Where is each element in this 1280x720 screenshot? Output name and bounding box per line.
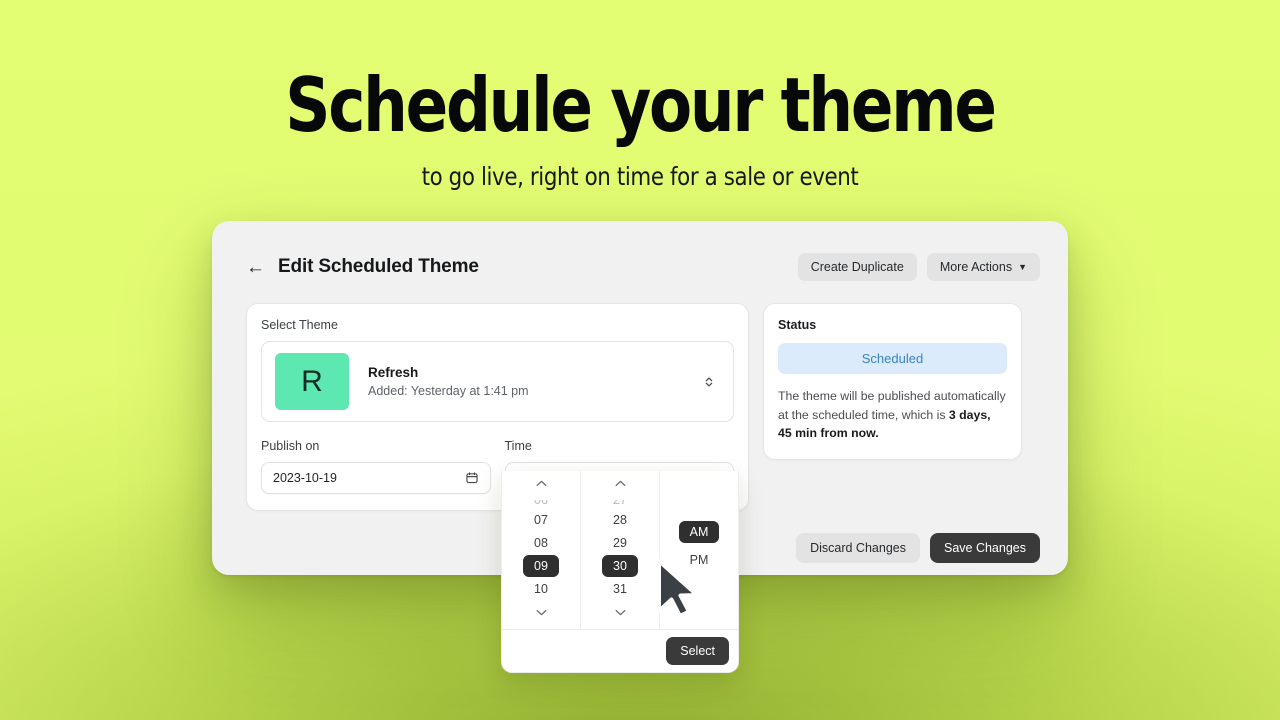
hour-option[interactable]: 07 — [523, 509, 559, 531]
select-button[interactable]: Select — [666, 637, 729, 665]
up-down-chevron-icon[interactable] — [702, 375, 720, 389]
status-label: Status — [778, 318, 817, 332]
header-actions: Create Duplicate More Actions ▼ — [797, 253, 1040, 281]
chevron-down-icon: ▼ — [1018, 262, 1027, 272]
hour-option-selected[interactable]: 09 — [523, 554, 559, 577]
minute-options: 27 28 29 30 31 — [581, 491, 659, 608]
more-actions-label: More Actions — [939, 260, 1013, 274]
minute-option[interactable]: 28 — [602, 509, 638, 531]
minute-chevron-up-icon[interactable] — [615, 479, 626, 491]
time-picker-columns: 06 07 08 09 10 27 28 29 30 31 AM PM — [502, 471, 738, 629]
status-description: The theme will be published automaticall… — [778, 387, 1007, 443]
hero-subheadline: to go live, right on time for a sale or … — [421, 162, 859, 191]
hour-option-clipped[interactable]: 06 — [523, 500, 559, 508]
select-theme-label: Select Theme — [261, 318, 338, 332]
right-column: Status Scheduled The theme will be publi… — [763, 303, 1022, 461]
minute-option-clipped[interactable]: 27 — [602, 500, 638, 508]
discard-changes-button[interactable]: Discard Changes — [796, 533, 920, 563]
hour-option[interactable]: 08 — [523, 532, 559, 554]
hour-chevron-up-icon[interactable] — [536, 479, 547, 491]
hour-chevron-down-icon[interactable] — [536, 608, 547, 620]
theme-added-date: Added: Yesterday at 1:41 pm — [368, 384, 529, 398]
page-title-group: ← Edit Scheduled Theme — [246, 256, 479, 278]
theme-selector-row[interactable]: R Refresh Added: Yesterday at 1:41 pm — [261, 341, 734, 422]
theme-name: Refresh — [368, 365, 419, 380]
window-header: ← Edit Scheduled Theme Create Duplicate … — [212, 221, 1068, 281]
page-title: Edit Scheduled Theme — [278, 256, 479, 277]
meridiem-option-am[interactable]: AM — [678, 520, 720, 543]
theme-thumbnail-letter: R — [301, 364, 323, 398]
minute-option-selected[interactable]: 30 — [602, 554, 638, 577]
publish-on-label: Publish on — [261, 439, 320, 453]
hero-section: Schedule your theme to go live, right on… — [0, 0, 1280, 192]
publish-on-field-group: Publish on 2023-10-19 — [261, 439, 491, 494]
theme-meta: Refresh Added: Yesterday at 1:41 pm — [368, 365, 702, 398]
minute-column: 27 28 29 30 31 — [581, 471, 660, 629]
theme-thumbnail: R — [275, 353, 349, 410]
publish-on-value: 2023-10-19 — [273, 471, 337, 485]
time-picker-popover: 06 07 08 09 10 27 28 29 30 31 AM PM Sele… — [501, 471, 739, 673]
meridiem-column: AM PM — [660, 471, 738, 629]
hero-headline: Schedule your theme — [285, 61, 997, 149]
back-arrow-icon[interactable]: ← — [246, 258, 265, 277]
hour-option[interactable]: 10 — [523, 578, 559, 600]
time-label: Time — [504, 439, 532, 453]
minute-chevron-down-icon[interactable] — [615, 608, 626, 620]
minute-option[interactable]: 29 — [602, 532, 638, 554]
status-panel: Status Scheduled The theme will be publi… — [763, 303, 1022, 461]
more-actions-button[interactable]: More Actions ▼ — [926, 253, 1040, 281]
minute-option[interactable]: 31 — [602, 578, 638, 600]
status-badge: Scheduled — [778, 343, 1007, 374]
hour-options: 06 07 08 09 10 — [502, 491, 580, 608]
save-changes-button[interactable]: Save Changes — [929, 533, 1040, 563]
meridiem-option-pm[interactable]: PM — [679, 549, 720, 571]
create-duplicate-button[interactable]: Create Duplicate — [797, 253, 917, 281]
meridiem-options: AM PM — [660, 471, 738, 620]
calendar-icon[interactable] — [465, 471, 479, 485]
publish-on-input[interactable]: 2023-10-19 — [261, 462, 491, 494]
hour-column: 06 07 08 09 10 — [502, 471, 581, 629]
time-picker-footer: Select — [502, 629, 738, 672]
